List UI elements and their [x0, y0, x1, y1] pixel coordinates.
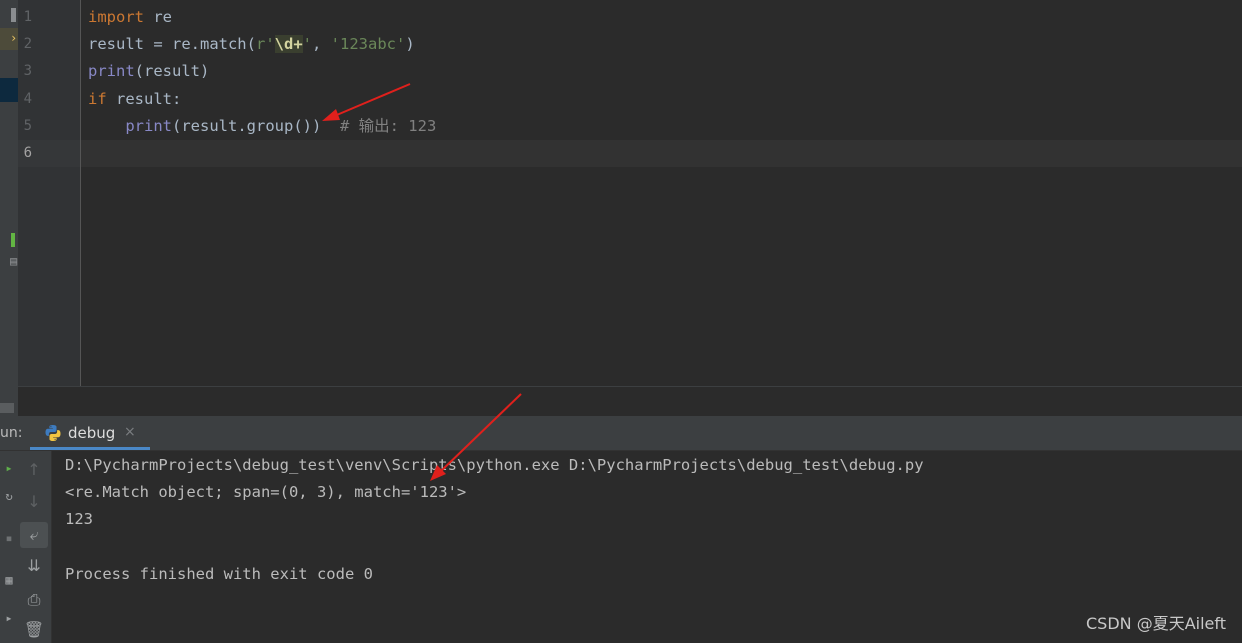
- console-line: Process finished with exit code 0: [65, 565, 373, 583]
- code-text: result = re.match(: [88, 35, 256, 53]
- gutter-divider: [80, 0, 81, 386]
- console-output[interactable]: D:\PycharmProjects\debug_test\venv\Scrip…: [52, 451, 1242, 643]
- console-toolbar: ↑ ↓ ⤶ ⇊ ⎙ 🗑: [18, 451, 52, 643]
- code-text: result:: [106, 90, 182, 108]
- project-tool-strip: › ▤: [0, 0, 18, 416]
- run-tool-window-header: un: debug ×: [0, 416, 1242, 451]
- line-number: 1: [23, 9, 32, 25]
- builtin-function: print: [125, 117, 172, 135]
- file-icon: ›: [10, 31, 18, 45]
- regex-pattern: \d+: [274, 35, 303, 53]
- code-line-4[interactable]: if result:: [88, 86, 181, 113]
- pin-icon[interactable]: ▸: [0, 611, 18, 625]
- line-number-active: 6: [23, 145, 32, 161]
- run-tab-debug[interactable]: debug ×: [30, 416, 150, 450]
- code-comment: # 输出: 123: [321, 117, 437, 135]
- console-line: D:\PycharmProjects\debug_test\venv\Scrip…: [65, 456, 924, 474]
- arrow-up-icon[interactable]: ↑: [20, 457, 48, 483]
- current-line-highlight: [18, 140, 1242, 167]
- refresh-icon[interactable]: ↻: [0, 489, 18, 503]
- project-marker: [11, 8, 16, 22]
- string-literal: r': [255, 35, 275, 53]
- run-label: un:: [0, 425, 23, 441]
- trash-icon[interactable]: 🗑: [20, 617, 48, 643]
- line-number: 4: [23, 91, 32, 107]
- pycharm-window: › ▤ 1 2 3 4 5 6 import re result = re.ma…: [0, 0, 1242, 643]
- layout-icon[interactable]: ▦: [0, 573, 18, 587]
- code-text: ): [405, 35, 415, 53]
- project-scrollbar[interactable]: [0, 403, 14, 413]
- keyword: if: [88, 90, 107, 108]
- structure-icon[interactable]: ▤: [10, 254, 17, 268]
- code-text: ,: [312, 35, 331, 53]
- code-line-2[interactable]: result = re.match(r'\d+', '123abc'): [88, 31, 415, 58]
- code-text: (result.group()): [172, 117, 322, 135]
- code-text: re: [144, 8, 172, 26]
- watermark: CSDN @夏天Aileft: [1085, 614, 1226, 633]
- code-text: (result): [134, 62, 210, 80]
- run-side-toolbar: ▸ ↻ ▪ ▦ ▸: [0, 451, 19, 643]
- code-line-3[interactable]: print(result): [88, 58, 209, 85]
- line-number: 5: [23, 118, 32, 134]
- project-selection-highlight[interactable]: [0, 78, 18, 102]
- python-icon: [45, 425, 61, 441]
- stop-icon[interactable]: ▪: [0, 531, 18, 545]
- line-number: 3: [23, 63, 32, 79]
- soft-wrap-icon[interactable]: ⤶: [20, 522, 48, 548]
- print-icon[interactable]: ⎙: [20, 587, 48, 613]
- code-line-1[interactable]: import re: [88, 4, 172, 31]
- close-icon[interactable]: ×: [124, 424, 136, 440]
- string-literal: '123abc': [330, 35, 406, 53]
- editor-bottom-area: [18, 386, 1242, 417]
- project-selected-item[interactable]: ›: [0, 28, 18, 50]
- console-line: <re.Match object; span=(0, 3), match='12…: [65, 483, 467, 501]
- run-tab-label: debug: [68, 424, 116, 442]
- keyword: import: [88, 8, 144, 26]
- scroll-to-end-icon[interactable]: ⇊: [20, 553, 48, 579]
- console-line: 123: [65, 510, 93, 528]
- line-number: 2: [23, 36, 32, 52]
- string-literal: ': [302, 35, 312, 53]
- active-tab-indicator: [30, 447, 150, 450]
- arrow-down-icon[interactable]: ↓: [20, 489, 48, 515]
- code-line-5[interactable]: print(result.group()) # 输出: 123: [88, 113, 436, 140]
- builtin-function: print: [88, 62, 135, 80]
- rerun-icon[interactable]: ▸: [0, 461, 18, 475]
- structure-marker: [11, 233, 15, 247]
